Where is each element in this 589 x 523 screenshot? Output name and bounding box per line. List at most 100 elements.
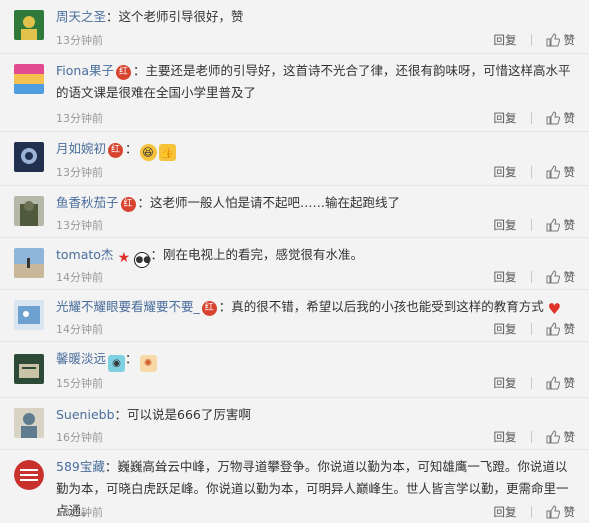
panda-icon: ●● bbox=[134, 252, 151, 268]
like-button[interactable]: 赞 bbox=[546, 269, 575, 285]
avatar[interactable] bbox=[14, 300, 44, 330]
comment-actions: 回复 赞 bbox=[494, 375, 576, 391]
comment-body: 鱼香秋茄子红：这老师一般人怕是请不起吧……输在起跑线了 bbox=[56, 195, 401, 212]
like-label: 赞 bbox=[563, 165, 576, 179]
like-button[interactable]: 赞 bbox=[546, 375, 576, 391]
comment-username[interactable]: Fiona果子 bbox=[56, 63, 114, 78]
reply-button[interactable]: 回复 bbox=[494, 32, 517, 48]
reply-button[interactable]: 回复 bbox=[494, 504, 517, 520]
action-divider bbox=[530, 166, 532, 178]
comment-text: 巍巍高耸云中峰，万物寻道攀登争。你说道以勤为本，可知雄鹰一飞蹬。你说道以勤为本，… bbox=[56, 459, 569, 518]
avatar[interactable] bbox=[14, 460, 44, 490]
comment-time: 14分钟前 bbox=[56, 271, 103, 284]
reply-button[interactable]: 回复 bbox=[494, 429, 517, 445]
red-badge-icon: 红 bbox=[108, 143, 124, 158]
action-divider bbox=[530, 323, 532, 335]
like-label: 赞 bbox=[563, 322, 576, 336]
comment-actions: 回复 赞 bbox=[494, 217, 576, 233]
comment-actions: 回复 赞 bbox=[494, 164, 576, 180]
comment-username[interactable]: 周天之圣 bbox=[56, 9, 106, 24]
laughing-face-icon: 😆 bbox=[139, 144, 157, 161]
like-button[interactable]: 赞 bbox=[546, 321, 576, 337]
comment-username[interactable]: tomato杰 bbox=[56, 247, 113, 262]
comment-username[interactable]: 鱼香秋茄子 bbox=[56, 195, 119, 210]
action-divider bbox=[530, 34, 532, 46]
comment-item: 鱼香秋茄子红：这老师一般人怕是请不起吧……输在起跑线了 13分钟前 回复 赞 bbox=[0, 186, 589, 238]
comment-text: 可以说是666了厉害啊 bbox=[127, 407, 251, 422]
comment-username[interactable]: 月如婉初 bbox=[56, 141, 106, 156]
comment-actions: 回复 赞 bbox=[494, 504, 576, 520]
thumbs-up-icon: 👍 bbox=[158, 144, 176, 161]
avatar[interactable] bbox=[14, 10, 44, 40]
red-badge-icon: 红 bbox=[115, 65, 131, 80]
like-button[interactable]: 赞 bbox=[546, 32, 576, 48]
comment-time: 13分钟前 bbox=[56, 112, 103, 125]
like-label: 赞 bbox=[563, 111, 576, 125]
reply-button[interactable]: 回复 bbox=[494, 164, 517, 180]
action-divider bbox=[530, 271, 532, 283]
comment-text: 真的很不错，希望以后我的小孩也能受到这样的教育方式 bbox=[231, 299, 544, 314]
comment-item: Sueniebb：可以说是666了厉害啊 16分钟前 回复 赞 bbox=[0, 398, 589, 450]
comment-body: 月如婉初红： 😆 👍 bbox=[56, 141, 176, 161]
comment-actions: 回复 赞 bbox=[494, 269, 576, 285]
like-label: 赞 bbox=[563, 33, 576, 47]
thumbs-up-icon bbox=[546, 111, 560, 125]
comment-username[interactable]: 光耀不耀眼要看耀要不要_ bbox=[56, 299, 200, 314]
reply-button[interactable]: 回复 bbox=[494, 321, 517, 337]
comment-actions: 回复 赞 bbox=[494, 321, 576, 337]
avatar[interactable] bbox=[14, 408, 44, 438]
action-divider bbox=[530, 506, 532, 518]
comment-time: 13分钟前 bbox=[56, 166, 103, 179]
avatar[interactable] bbox=[14, 248, 44, 278]
comment-item: 月如婉初红： 😆 👍 13分钟前 回复 赞 bbox=[0, 132, 589, 186]
red-badge-icon: 红 bbox=[201, 301, 217, 316]
comment-username[interactable]: 589宝藏 bbox=[56, 459, 105, 474]
comment-body: tomato杰 ★ ●●：刚在电视上的看完，感觉很有水准。 bbox=[56, 247, 363, 268]
comment-item: 馨暖淡远 ◉： ✺ 15分钟前 回复 赞 bbox=[0, 342, 589, 398]
like-button[interactable]: 赞 bbox=[546, 217, 576, 233]
thumbs-up-icon bbox=[546, 218, 560, 232]
thumbs-up-icon bbox=[546, 165, 560, 179]
reply-button[interactable]: 回复 bbox=[494, 375, 517, 391]
red-star-icon: ★ bbox=[117, 250, 131, 266]
thumbs-up-icon bbox=[546, 376, 560, 390]
like-button[interactable]: 赞 bbox=[546, 164, 576, 180]
avatar[interactable] bbox=[14, 354, 44, 384]
like-label: 赞 bbox=[563, 218, 576, 232]
like-label: 赞 bbox=[563, 430, 576, 444]
red-heart-icon: ♥ bbox=[547, 300, 562, 318]
avatar[interactable] bbox=[14, 196, 44, 226]
like-button[interactable]: 赞 bbox=[546, 429, 576, 445]
comment-item: 589宝藏：巍巍高耸云中峰，万物寻道攀登争。你说道以勤为本，可知雄鹰一飞蹬。你说… bbox=[0, 450, 589, 523]
comment-time: 14分钟前 bbox=[56, 323, 103, 336]
action-divider bbox=[530, 219, 532, 231]
reply-button[interactable]: 回复 bbox=[494, 269, 517, 285]
comment-text: 这个老师引导很好，赞 bbox=[118, 9, 244, 24]
thumbs-up-icon bbox=[546, 505, 560, 519]
like-label: 赞 bbox=[563, 376, 576, 390]
comment-text: 这老师一般人怕是请不起吧……输在起跑线了 bbox=[150, 195, 401, 210]
comment-list: 周天之圣：这个老师引导很好，赞 13分钟前 回复 赞 Fiona果子红：主要还是… bbox=[0, 0, 589, 523]
reply-button[interactable]: 回复 bbox=[494, 217, 517, 233]
action-divider bbox=[530, 377, 532, 389]
avatar[interactable] bbox=[14, 64, 44, 94]
action-divider bbox=[530, 112, 532, 124]
red-badge-icon: 红 bbox=[120, 197, 136, 212]
comment-actions: 回复 赞 bbox=[494, 32, 576, 48]
comment-time: 16分钟前 bbox=[56, 431, 103, 444]
reply-button[interactable]: 回复 bbox=[494, 110, 517, 126]
comment-time: 15分钟前 bbox=[56, 377, 103, 390]
comment-item: Fiona果子红：主要还是老师的引导好，这首诗不光合了律，还很有韵味呀，可惜这样… bbox=[0, 54, 589, 132]
comment-body: 馨暖淡远 ◉： ✺ bbox=[56, 348, 575, 372]
like-label: 赞 bbox=[563, 505, 576, 519]
comment-item: tomato杰 ★ ●●：刚在电视上的看完，感觉很有水准。 14分钟前 回复 赞 bbox=[0, 238, 589, 290]
comment-username[interactable]: 馨暖淡远 bbox=[56, 351, 106, 366]
action-divider bbox=[530, 431, 532, 443]
thumbs-up-icon bbox=[546, 430, 560, 444]
avatar[interactable] bbox=[14, 142, 44, 172]
comment-username[interactable]: Sueniebb bbox=[56, 407, 115, 422]
comment-time: 13分钟前 bbox=[56, 34, 103, 47]
comment-item: 光耀不耀眼要看耀要不要_ 红：真的很不错，希望以后我的小孩也能受到这样的教育方式 ♥… bbox=[0, 290, 589, 342]
like-button[interactable]: 赞 bbox=[546, 504, 576, 520]
like-button[interactable]: 赞 bbox=[546, 110, 576, 126]
